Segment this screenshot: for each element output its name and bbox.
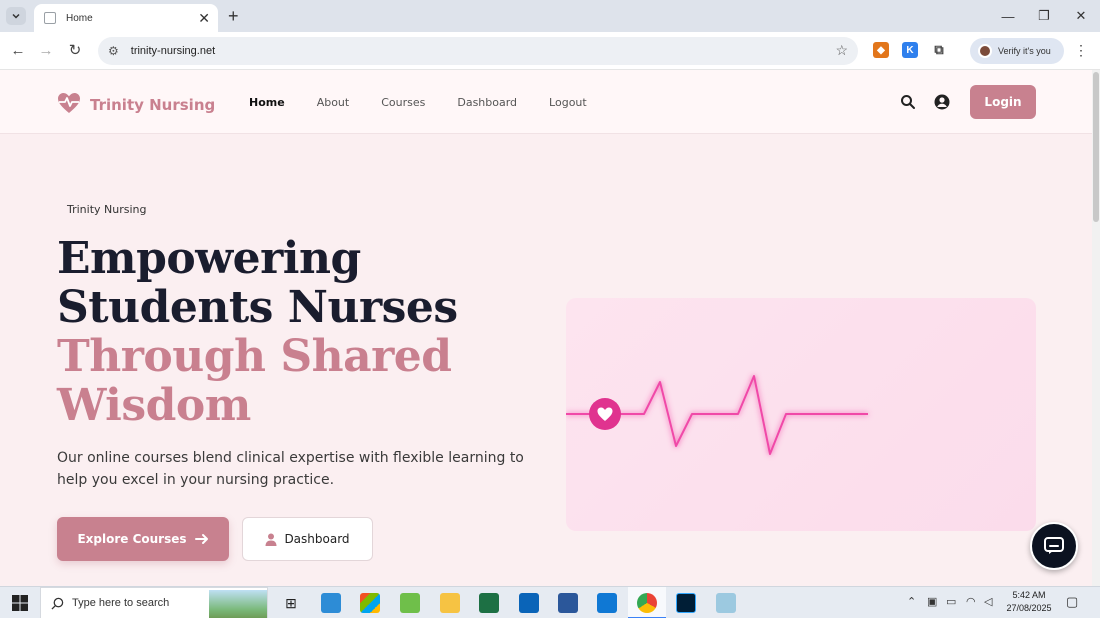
- excel-icon[interactable]: [479, 593, 499, 613]
- arrow-right-icon: [194, 534, 208, 544]
- notes-app-icon[interactable]: [400, 593, 420, 613]
- taskbar-active-app[interactable]: [628, 587, 666, 618]
- site-header: Trinity Nursing Home About Courses Dashb…: [0, 70, 1092, 134]
- dashboard-button[interactable]: Dashboard: [242, 517, 373, 561]
- photoshop-icon[interactable]: [676, 593, 696, 613]
- close-tab-icon[interactable]: ✕: [198, 11, 210, 25]
- close-window-button[interactable]: ✕: [1063, 0, 1099, 32]
- browser-tab-home[interactable]: Home ✕: [34, 4, 218, 32]
- microsoft-store-icon[interactable]: [360, 593, 380, 613]
- explore-courses-button[interactable]: Explore Courses: [57, 517, 229, 561]
- browser-toolbar: ← → ↻ ⚙ trinity-nursing.net ☆ ◆ K ⧉ Veri…: [0, 32, 1100, 70]
- browser-menu-icon[interactable]: ⋮: [1074, 42, 1088, 59]
- browser-tab-strip: Home ✕ + — ❐ ✕: [0, 0, 1100, 32]
- volume-icon[interactable]: ◁: [984, 595, 992, 608]
- login-button[interactable]: Login: [970, 85, 1036, 119]
- forward-button[interactable]: →: [36, 41, 56, 61]
- back-button[interactable]: ←: [8, 41, 28, 61]
- explore-courses-label: Explore Courses: [77, 532, 187, 546]
- nav-courses[interactable]: Courses: [381, 96, 425, 109]
- chat-widget-button[interactable]: [1030, 522, 1078, 570]
- clock-date: 27/08/2025: [1006, 603, 1052, 613]
- site-logo[interactable]: Trinity Nursing: [57, 92, 215, 114]
- user-icon: [265, 533, 277, 546]
- hero-description: Our online courses blend clinical expert…: [57, 450, 524, 488]
- minimize-window-button[interactable]: —: [990, 0, 1026, 32]
- metamask-extension-icon[interactable]: ◆: [873, 42, 889, 58]
- clock-time: 5:42 AM: [1012, 590, 1046, 600]
- nav-about[interactable]: About: [317, 96, 350, 109]
- main-nav: Home About Courses Dashboard Logout: [249, 96, 619, 109]
- new-tab-button[interactable]: +: [228, 5, 239, 27]
- tray-chevron-up-icon[interactable]: ⌃: [907, 595, 916, 608]
- file-explorer-icon[interactable]: [440, 593, 460, 613]
- nav-logout[interactable]: Logout: [549, 96, 587, 109]
- chat-bubble-icon: [1044, 537, 1064, 554]
- k-extension-icon[interactable]: K: [902, 42, 918, 58]
- page-scrollbar[interactable]: [1092, 70, 1100, 586]
- tab-title: Home: [66, 12, 93, 24]
- heart-pulse-icon: [58, 93, 80, 113]
- search-highlight-image: [209, 590, 267, 618]
- headline-line-1: Empowering: [57, 233, 361, 284]
- app-icon-1[interactable]: [321, 593, 341, 613]
- windows-taskbar: Type here to search ⊞ ⌃ ▣ ▭ ◠ ◁ 5:42 AM …: [0, 586, 1100, 618]
- brand-name: Trinity Nursing: [90, 95, 216, 114]
- profile-label: Verify it's you: [998, 46, 1051, 56]
- site-info-icon[interactable]: ⚙: [108, 44, 119, 58]
- app-icon-last[interactable]: [716, 593, 736, 613]
- address-bar[interactable]: ⚙ trinity-nursing.net ☆: [98, 37, 858, 65]
- restore-window-button[interactable]: ❐: [1026, 0, 1062, 32]
- system-clock[interactable]: 5:42 AM 27/08/2025: [1003, 589, 1055, 615]
- search-icon: [51, 597, 64, 610]
- headline-line-3: Through Shared: [57, 331, 452, 382]
- page-favicon-icon: [44, 12, 56, 24]
- windows-start-icon[interactable]: [12, 595, 28, 611]
- nav-dashboard[interactable]: Dashboard: [457, 96, 517, 109]
- chrome-icon: [637, 593, 657, 613]
- notifications-icon[interactable]: ▢: [1066, 594, 1078, 610]
- task-view-icon[interactable]: ⊞: [281, 593, 301, 613]
- chevron-down-icon: [12, 13, 20, 19]
- taskbar-search-box[interactable]: Type here to search: [40, 587, 268, 618]
- user-account-icon[interactable]: [934, 94, 950, 110]
- headline-line-4: Wisdom: [57, 380, 251, 431]
- wifi-icon[interactable]: ◠: [966, 595, 976, 608]
- heartbeat-line-icon: [566, 375, 868, 455]
- hero-eyebrow: Trinity Nursing: [67, 203, 147, 216]
- scrollbar-thumb[interactable]: [1093, 72, 1099, 222]
- url-text: trinity-nursing.net: [130, 45, 216, 57]
- profile-verify-chip[interactable]: Verify it's you: [970, 38, 1064, 64]
- tab-search-button[interactable]: [6, 7, 26, 25]
- nav-home[interactable]: Home: [249, 96, 285, 109]
- dashboard-button-label: Dashboard: [284, 532, 350, 546]
- word-icon[interactable]: [558, 593, 578, 613]
- outlook-new-icon[interactable]: [597, 593, 617, 613]
- extensions-puzzle-icon[interactable]: ⧉: [931, 42, 947, 58]
- page-viewport: Trinity Nursing Home About Courses Dashb…: [0, 70, 1092, 586]
- tray-security-icon[interactable]: ▣: [927, 595, 937, 608]
- outlook-icon[interactable]: [519, 593, 539, 613]
- bookmark-star-icon[interactable]: ☆: [835, 42, 848, 59]
- battery-icon[interactable]: ▭: [946, 595, 956, 608]
- hero-headline: Empowering Students Nurses Through Share…: [57, 234, 547, 430]
- search-icon[interactable]: [900, 94, 916, 110]
- reload-button[interactable]: ↻: [65, 41, 85, 61]
- headline-line-2: Students Nurses: [57, 282, 458, 333]
- taskbar-search-placeholder: Type here to search: [72, 597, 170, 609]
- profile-avatar: [978, 44, 992, 58]
